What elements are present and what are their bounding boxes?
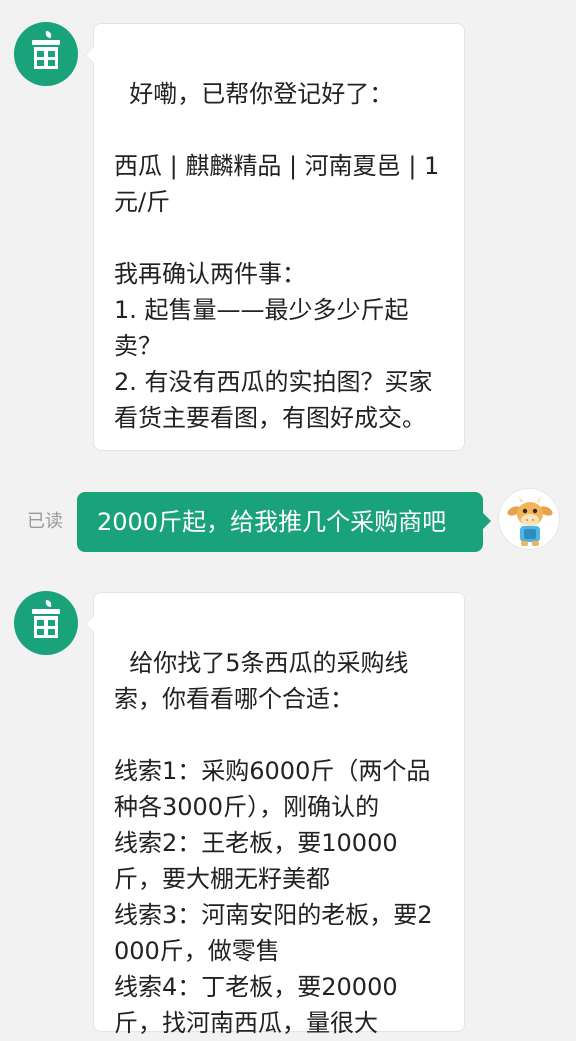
bot-message-text: 好嘞，已帮你登记好了： 西瓜 | 麒麟精品 | 河南夏邑 | 1元/斤 我再确认… <box>114 80 440 432</box>
shop-building-icon <box>32 31 60 69</box>
bot-avatar[interactable] <box>14 591 78 655</box>
cartoon-cow-avatar-icon <box>507 496 553 546</box>
user-message-bubble: 2000斤起，给我推几个采购商吧 <box>77 492 491 552</box>
bot-message-bubble: 好嘞，已帮你登记好了： 西瓜 | 麒麟精品 | 河南夏邑 | 1元/斤 我再确认… <box>85 23 465 451</box>
bot-message-text: 给你找了5条西瓜的采购线索，你看看哪个合适： 线索1：采购6000斤（两个品种各… <box>114 649 433 1037</box>
shop-building-icon <box>32 600 60 638</box>
user-avatar[interactable] <box>498 488 560 550</box>
read-status-label: 已读 <box>27 511 63 532</box>
user-message-text: 2000斤起，给我推几个采购商吧 <box>97 508 447 536</box>
bot-message-bubble: 给你找了5条西瓜的采购线索，你看看哪个合适： 线索1：采购6000斤（两个品种各… <box>85 592 465 1037</box>
bot-avatar[interactable] <box>14 22 78 86</box>
